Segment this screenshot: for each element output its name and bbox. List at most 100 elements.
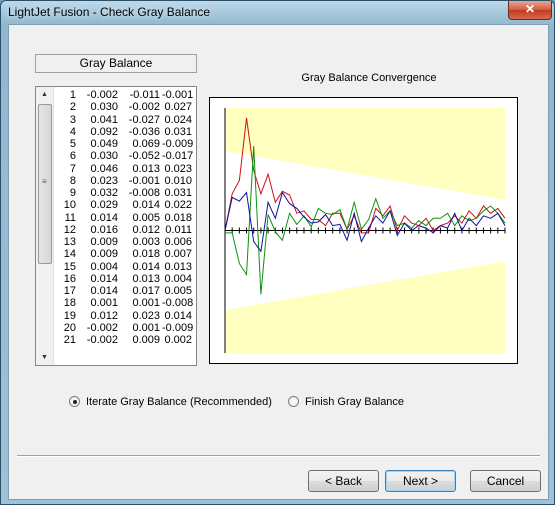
list-item[interactable]: 12 0.016 0.012 0.011 xyxy=(56,224,196,236)
row-value-c: 0.024 xyxy=(164,113,192,126)
list-item[interactable]: 14 0.009 0.018 0.007 xyxy=(56,248,196,260)
gray-balance-list[interactable]: ▲ ≡ ▼ 1 -0.002 -0.011 -0.001 2 0.030 -0.002 0.0… xyxy=(35,86,197,366)
scroll-grip-icon: ≡ xyxy=(42,177,47,186)
row-index: 10 xyxy=(63,199,76,212)
row-value-a: 0.029 xyxy=(90,199,118,212)
row-value-c: 0.018 xyxy=(164,211,192,224)
iterate-radio-icon[interactable] xyxy=(69,396,80,407)
row-value-a: 0.032 xyxy=(90,187,118,199)
cancel-button[interactable]: Cancel xyxy=(470,470,541,492)
list-item[interactable]: 17 0.014 0.017 0.005 xyxy=(56,285,196,297)
row-value-b: -0.052 xyxy=(128,150,160,163)
list-item[interactable]: 4 0.092 -0.036 0.031 xyxy=(56,126,196,138)
row-value-b: 0.023 xyxy=(132,309,160,322)
row-value-b: 0.001 xyxy=(132,321,160,334)
row-index: 17 xyxy=(63,285,76,297)
next-button[interactable]: Next > xyxy=(385,470,456,492)
finish-option-label: Finish Gray Balance xyxy=(305,396,405,408)
row-value-b: 0.014 xyxy=(132,260,160,273)
list-item[interactable]: 13 0.009 0.003 0.006 xyxy=(56,236,196,248)
row-value-a: 0.009 xyxy=(90,248,118,261)
list-item[interactable]: 5 0.049 0.069 -0.009 xyxy=(56,138,196,150)
list-item[interactable]: 7 0.046 0.013 0.023 xyxy=(56,163,196,175)
row-value-a: -0.002 xyxy=(86,334,118,346)
row-value-a: 0.016 xyxy=(90,223,118,236)
back-button[interactable]: < Back xyxy=(308,470,379,492)
row-value-b: -0.008 xyxy=(128,187,160,199)
row-index: 9 xyxy=(69,187,76,199)
list-item[interactable]: 19 0.012 0.023 0.014 xyxy=(56,310,196,322)
gray-balance-header: Gray Balance xyxy=(35,54,197,73)
window-title: LightJet Fusion - Check Gray Balance xyxy=(8,5,211,19)
row-value-b: 0.017 xyxy=(132,285,160,297)
row-value-b: 0.005 xyxy=(132,211,160,224)
row-index: 19 xyxy=(63,309,76,322)
row-value-a: -0.002 xyxy=(86,321,118,334)
finish-radio-icon[interactable] xyxy=(288,396,299,407)
row-value-b: 0.014 xyxy=(132,199,160,212)
chart-title: Gray Balance Convergence xyxy=(301,72,437,84)
row-value-c: 0.022 xyxy=(164,199,192,212)
row-value-c: 0.031 xyxy=(164,125,192,138)
row-value-c: -0.009 xyxy=(162,138,194,150)
row-value-a: 0.014 xyxy=(90,272,118,285)
row-index: 13 xyxy=(63,236,76,248)
row-value-b: 0.003 xyxy=(132,236,160,248)
row-index: 1 xyxy=(69,89,76,101)
row-index: 16 xyxy=(63,272,76,285)
row-index: 21 xyxy=(63,334,76,346)
upper-tolerance-band xyxy=(225,108,505,200)
row-value-a: 0.012 xyxy=(90,309,118,322)
row-value-c: -0.001 xyxy=(162,89,194,101)
scroll-thumb[interactable]: ≡ xyxy=(38,104,52,264)
footer-divider xyxy=(17,455,540,457)
row-value-c: 0.027 xyxy=(164,101,192,114)
row-value-b: 0.013 xyxy=(132,162,160,175)
row-value-b: 0.018 xyxy=(132,248,160,261)
list-item[interactable]: 2 0.030 -0.002 0.027 xyxy=(56,101,196,113)
finish-option[interactable]: Finish Gray Balance xyxy=(288,394,404,410)
scroll-down-arrow-icon[interactable]: ▼ xyxy=(38,352,51,363)
title-bar[interactable]: LightJet Fusion - Check Gray Balance ✕ xyxy=(1,1,554,23)
row-value-a: 0.046 xyxy=(90,162,118,175)
list-item[interactable]: 18 0.001 0.001 -0.008 xyxy=(56,297,196,309)
row-value-c: 0.007 xyxy=(164,248,192,261)
row-value-c: 0.002 xyxy=(164,334,192,346)
list-item[interactable]: 11 0.014 0.005 0.018 xyxy=(56,212,196,224)
list-item[interactable]: 10 0.029 0.014 0.022 xyxy=(56,199,196,211)
row-index: 3 xyxy=(69,113,76,126)
row-value-a: 0.041 xyxy=(90,113,118,126)
list-item[interactable]: 21 -0.002 0.009 0.002 xyxy=(56,334,196,346)
row-value-a: 0.092 xyxy=(90,125,118,138)
row-index: 4 xyxy=(69,125,76,138)
list-item[interactable]: 8 0.023 -0.001 0.010 xyxy=(56,175,196,187)
row-index: 18 xyxy=(63,297,76,310)
row-value-c: 0.010 xyxy=(164,174,192,187)
row-value-a: 0.030 xyxy=(90,101,118,114)
close-button[interactable]: ✕ xyxy=(508,1,552,20)
list-item[interactable]: 6 0.030 -0.052 -0.017 xyxy=(56,150,196,162)
row-value-b: -0.001 xyxy=(128,174,160,187)
list-item[interactable]: 1 -0.002 -0.011 -0.001 xyxy=(56,89,196,101)
row-value-a: 0.014 xyxy=(90,285,118,297)
row-value-a: 0.004 xyxy=(90,260,118,273)
list-item[interactable]: 3 0.041 -0.027 0.024 xyxy=(56,114,196,126)
gray-balance-rows: 1 -0.002 -0.011 -0.001 2 0.030 -0.002 0.027 3 0.0… xyxy=(56,89,196,346)
list-item[interactable]: 9 0.032 -0.008 0.031 xyxy=(56,187,196,199)
row-index: 5 xyxy=(69,138,76,150)
row-index: 15 xyxy=(63,260,76,273)
list-item[interactable]: 16 0.014 0.013 0.004 xyxy=(56,273,196,285)
iterate-option[interactable]: Iterate Gray Balance (Recommended) xyxy=(69,394,272,410)
row-value-a: 0.009 xyxy=(90,236,118,248)
row-value-a: 0.014 xyxy=(90,211,118,224)
row-value-c: 0.011 xyxy=(165,223,192,236)
row-value-c: -0.008 xyxy=(162,297,194,310)
row-value-c: -0.017 xyxy=(162,150,194,163)
scroll-up-arrow-icon[interactable]: ▲ xyxy=(38,89,51,100)
row-value-b: 0.001 xyxy=(132,297,160,310)
list-item[interactable]: 20 -0.002 0.001 -0.009 xyxy=(56,322,196,334)
row-index: 12 xyxy=(63,223,76,236)
list-item[interactable]: 15 0.004 0.014 0.013 xyxy=(56,261,196,273)
list-scrollbar[interactable]: ▲ ≡ ▼ xyxy=(36,87,54,365)
row-value-c: 0.014 xyxy=(164,309,192,322)
